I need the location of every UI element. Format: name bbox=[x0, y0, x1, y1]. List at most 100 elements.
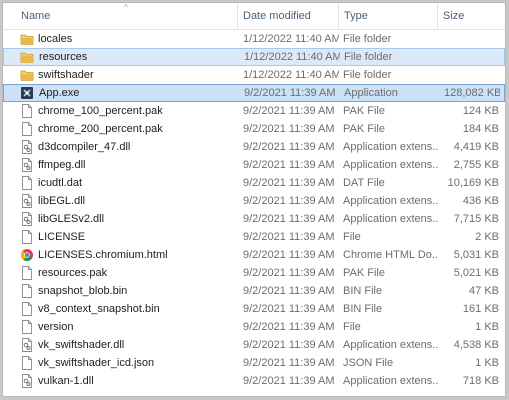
file-size: 2,755 KB bbox=[453, 159, 499, 171]
column-header-type-label: Type bbox=[344, 10, 368, 22]
file-type: Application extens... bbox=[343, 141, 439, 153]
file-row[interactable]: LICENSE 9/2/2021 11:39 AM File 2 KB bbox=[3, 228, 505, 246]
file-name: LICENSES.chromium.html bbox=[38, 249, 168, 261]
file-date-modified: 9/2/2021 11:39 AM bbox=[243, 177, 335, 189]
file-row[interactable]: resources 1/12/2022 11:40 AM File folder bbox=[3, 48, 505, 66]
file-row[interactable]: chrome_100_percent.pak 9/2/2021 11:39 AM P… bbox=[3, 102, 505, 120]
file-row[interactable]: vk_swiftshader.dll 9/2/2021 11:39 AM Appli… bbox=[3, 336, 505, 354]
file-type: File bbox=[343, 231, 361, 243]
column-header-bar: Name ^ Date modified Type Size bbox=[3, 3, 505, 30]
file-type: File folder bbox=[343, 33, 392, 45]
file-row[interactable]: icudtl.dat 9/2/2021 11:39 AM DAT File 10,16… bbox=[3, 174, 505, 192]
file-size: 2 KB bbox=[475, 231, 499, 243]
file-date-modified: 1/12/2022 11:40 AM bbox=[243, 33, 339, 45]
file-name: resources bbox=[39, 51, 88, 63]
sort-ascending-icon: ^ bbox=[124, 3, 128, 12]
file-row[interactable]: vulkan-1.dll 9/2/2021 11:39 AM Application… bbox=[3, 372, 505, 390]
file-name: LICENSE bbox=[38, 231, 86, 243]
file-type: File bbox=[343, 321, 361, 333]
file-type: Chrome HTML Do... bbox=[343, 249, 439, 261]
file-name: vulkan-1.dll bbox=[38, 375, 94, 387]
file-name: swiftshader bbox=[38, 69, 94, 81]
file-type: File folder bbox=[343, 69, 392, 81]
file-icon bbox=[20, 229, 34, 245]
file-size: 128,082 KB bbox=[444, 87, 500, 99]
folder-icon bbox=[20, 49, 34, 65]
file-size: 436 KB bbox=[462, 195, 499, 207]
file-type: Application extens... bbox=[343, 159, 439, 171]
file-name: snapshot_blob.bin bbox=[38, 285, 128, 297]
column-header-size[interactable]: Size bbox=[438, 3, 505, 29]
file-icon bbox=[20, 301, 34, 317]
file-size: 4,419 KB bbox=[453, 141, 499, 153]
file-row[interactable]: snapshot_blob.bin 9/2/2021 11:39 AM BIN Fi… bbox=[3, 282, 505, 300]
dll-icon bbox=[20, 157, 34, 173]
dll-icon bbox=[20, 139, 34, 155]
file-date-modified: 9/2/2021 11:39 AM bbox=[243, 357, 335, 369]
file-row[interactable]: locales 1/12/2022 11:40 AM File folder bbox=[3, 30, 505, 48]
file-type: Application extens... bbox=[343, 195, 439, 207]
file-date-modified: 9/2/2021 11:39 AM bbox=[243, 105, 335, 117]
file-name: chrome_100_percent.pak bbox=[38, 105, 163, 117]
file-size: 1 KB bbox=[475, 321, 499, 333]
file-row[interactable]: chrome_200_percent.pak 9/2/2021 11:39 AM P… bbox=[3, 120, 505, 138]
file-type: DAT File bbox=[343, 177, 385, 189]
file-type: Application extens... bbox=[343, 375, 439, 387]
file-size: 184 KB bbox=[462, 123, 499, 135]
file-row[interactable]: v8_context_snapshot.bin 9/2/2021 11:39 AM… bbox=[3, 300, 505, 318]
chrome-icon bbox=[20, 247, 34, 263]
file-name: libGLESv2.dll bbox=[38, 213, 105, 225]
file-icon bbox=[20, 355, 34, 371]
file-name: ffmpeg.dll bbox=[38, 159, 86, 171]
file-size: 5,021 KB bbox=[453, 267, 499, 279]
file-name: v8_context_snapshot.bin bbox=[38, 303, 160, 315]
file-row[interactable]: libEGL.dll 9/2/2021 11:39 AM Application e… bbox=[3, 192, 505, 210]
file-size: 718 KB bbox=[462, 375, 499, 387]
file-icon bbox=[20, 283, 34, 299]
dll-icon bbox=[20, 337, 34, 353]
dll-icon bbox=[20, 193, 34, 209]
file-type: PAK File bbox=[343, 105, 385, 117]
file-size: 1 KB bbox=[475, 357, 499, 369]
file-date-modified: 9/2/2021 11:39 AM bbox=[243, 213, 335, 225]
file-date-modified: 9/2/2021 11:39 AM bbox=[243, 249, 335, 261]
file-icon bbox=[20, 265, 34, 281]
file-row[interactable]: App.exe 9/2/2021 11:39 AM Application 128,0… bbox=[3, 84, 505, 102]
file-size: 4,538 KB bbox=[453, 339, 499, 351]
file-icon bbox=[20, 103, 34, 119]
file-explorer-window: Name ^ Date modified Type Size locales 1/… bbox=[2, 2, 506, 397]
file-date-modified: 9/2/2021 11:39 AM bbox=[243, 141, 335, 153]
file-name: d3dcompiler_47.dll bbox=[38, 141, 131, 153]
file-type: Application extens... bbox=[343, 213, 439, 225]
column-header-date-label: Date modified bbox=[243, 10, 311, 22]
file-name: locales bbox=[38, 33, 73, 45]
file-date-modified: 9/2/2021 11:39 AM bbox=[243, 195, 335, 207]
file-date-modified: 9/2/2021 11:39 AM bbox=[243, 375, 335, 387]
file-icon bbox=[20, 319, 34, 335]
file-row[interactable]: resources.pak 9/2/2021 11:39 AM PAK File 5,… bbox=[3, 264, 505, 282]
file-row[interactable]: LICENSES.chromium.html 9/2/2021 11:39 AM C… bbox=[3, 246, 505, 264]
file-row[interactable]: vk_swiftshader_icd.json 9/2/2021 11:39 AM… bbox=[3, 354, 505, 372]
file-name: App.exe bbox=[39, 87, 80, 99]
file-size: 7,715 KB bbox=[453, 213, 499, 225]
file-name: version bbox=[38, 321, 74, 333]
file-date-modified: 9/2/2021 11:39 AM bbox=[243, 159, 335, 171]
file-row[interactable]: version 9/2/2021 11:39 AM File 1 KB bbox=[3, 318, 505, 336]
file-size: 47 KB bbox=[469, 285, 499, 297]
file-date-modified: 1/12/2022 11:40 AM bbox=[243, 69, 339, 81]
column-header-name-label: Name bbox=[21, 10, 51, 22]
file-row[interactable]: ffmpeg.dll 9/2/2021 11:39 AM Application e… bbox=[3, 156, 505, 174]
dll-icon bbox=[20, 373, 34, 389]
file-date-modified: 9/2/2021 11:39 AM bbox=[244, 87, 336, 99]
file-row[interactable]: d3dcompiler_47.dll 9/2/2021 11:39 AM Appli… bbox=[3, 138, 505, 156]
file-date-modified: 9/2/2021 11:39 AM bbox=[243, 123, 335, 135]
column-header-type[interactable]: Type bbox=[339, 3, 438, 29]
file-name: chrome_200_percent.pak bbox=[38, 123, 163, 135]
file-row[interactable]: swiftshader 1/12/2022 11:40 AM File folder bbox=[3, 66, 505, 84]
file-type: PAK File bbox=[343, 123, 385, 135]
file-name: vk_swiftshader_icd.json bbox=[38, 357, 155, 369]
column-header-date[interactable]: Date modified bbox=[238, 3, 338, 29]
file-name: libEGL.dll bbox=[38, 195, 86, 207]
file-row[interactable]: libGLESv2.dll 9/2/2021 11:39 AM Applicatio… bbox=[3, 210, 505, 228]
file-date-modified: 9/2/2021 11:39 AM bbox=[243, 339, 335, 351]
